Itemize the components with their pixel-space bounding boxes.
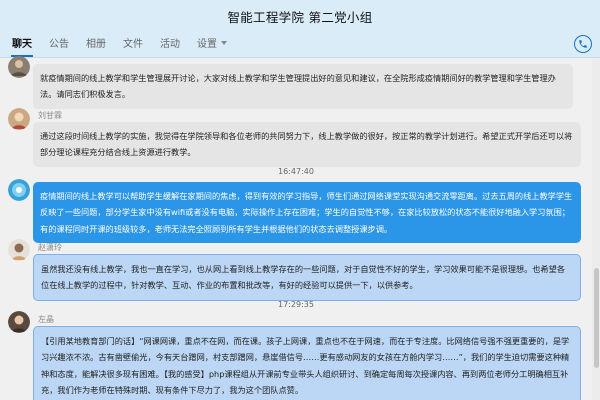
tab-label: 活动 <box>160 39 180 50</box>
tab-label: 聊天 <box>12 39 32 50</box>
avatar[interactable] <box>8 311 30 333</box>
window-title: 智能工程学院 第二党小组 <box>227 9 373 25</box>
avatar[interactable] <box>8 179 30 201</box>
message-bubble[interactable]: 疫情期间的线上教学可以帮助学生缓解在家期间的焦虑，得到有效的学习指导，师生们通过… <box>33 182 581 244</box>
scrollbar-thumb[interactable] <box>594 268 599 368</box>
chat-scrollbar[interactable] <box>592 58 600 400</box>
tab-files[interactable]: 文件 <box>123 35 143 57</box>
message-text: 疫情期间的线上教学可以帮助学生缓解在家期间的焦虑，得到有效的学习指导，师生们通过… <box>40 191 573 234</box>
avatar[interactable] <box>8 108 30 130</box>
tab-activity[interactable]: 活动 <box>160 35 180 57</box>
message-text: 虽然我还没有线上教学，我也一直在学习，也从网上看到线上教学存在的一些问题，对于自… <box>41 264 566 291</box>
message-text: 【引用某地教育部门的话】“网课网课，重点不在网，而在课。孩子上网课，重点也不在于… <box>41 336 570 396</box>
tab-settings[interactable]: 设置 <box>197 35 227 57</box>
timestamp: 16:47:40 <box>278 167 314 176</box>
tab-chat[interactable]: 聊天 <box>11 35 33 57</box>
tab-label: 文件 <box>123 39 143 50</box>
sender-name: 左晶 <box>38 315 54 324</box>
tab-bar: 聊天 公告 相册 文件 活动 设置 <box>0 32 600 58</box>
avatar[interactable] <box>8 239 30 261</box>
title-bar: 智能工程学院 第二党小组 <box>0 0 600 32</box>
chevron-down-icon <box>221 40 227 45</box>
sender-name: 赵潇玲 <box>38 243 62 252</box>
tab-label: 公告 <box>49 39 69 50</box>
tab-album[interactable]: 相册 <box>86 35 106 57</box>
avatar[interactable] <box>8 56 30 78</box>
phone-icon <box>579 40 587 48</box>
chat-message-list[interactable]: 就疫情期间的线上教学和学生管理展开讨论，大家对线上教学和学生管理提出好的意见和建… <box>0 56 592 400</box>
message-bubble[interactable]: 虽然我还没有线上教学，我也一直在学习，也从网上看到线上教学存在的一些问题，对于自… <box>33 254 581 301</box>
timestamp: 17:29:35 <box>278 300 314 309</box>
message-text: 通过这段时间线上教学的实施，我觉得在学院领导和各位老师的共同努力下，线上教学做的… <box>40 131 573 158</box>
phone-call-button[interactable] <box>574 35 592 53</box>
message-bubble[interactable]: 【引用某地教育部门的话】“网课网课，重点不在网，而在课。孩子上网课，重点也不在于… <box>33 326 581 400</box>
message-bubble[interactable]: 通过这段时间线上教学的实施，我觉得在学院领导和各位老师的共同努力下，线上教学做的… <box>33 122 581 167</box>
sender-name: 刘甘霖 <box>38 111 62 120</box>
message-text: 就疫情期间的线上教学和学生管理展开讨论，大家对线上教学和学生管理提出好的意见和建… <box>40 73 556 100</box>
tab-label: 相册 <box>86 39 106 50</box>
message-bubble[interactable]: 就疫情期间的线上教学和学生管理展开讨论，大家对线上教学和学生管理提出好的意见和建… <box>33 64 573 109</box>
tab-announcement[interactable]: 公告 <box>49 35 69 57</box>
tab-label: 设置 <box>197 39 217 50</box>
